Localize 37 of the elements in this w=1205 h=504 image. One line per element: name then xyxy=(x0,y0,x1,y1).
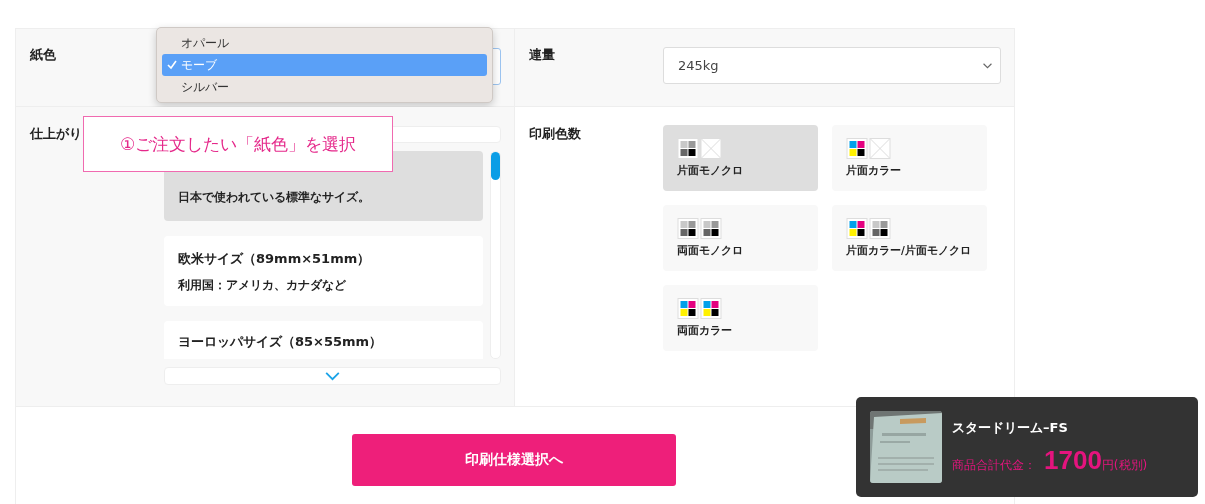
dropdown-option[interactable]: オパール xyxy=(162,32,487,54)
next-button[interactable]: 印刷仕様選択へ xyxy=(352,434,676,486)
size-option-card[interactable]: 欧米サイズ（89mm×51mm） 利用国：アメリカ、カナダなど xyxy=(164,236,483,306)
print-option-card[interactable]: 片面カラー xyxy=(832,125,987,191)
option-label: 片面カラー xyxy=(846,164,902,178)
scrollbar-thumb[interactable] xyxy=(491,152,500,180)
dropdown-option[interactable]: シルバー xyxy=(162,76,487,98)
option-title: ヨーロッパサイズ（85×55mm） xyxy=(178,333,384,351)
field-label: 連量 xyxy=(529,46,556,64)
option-description: 日本で使われている標準なサイズ。 xyxy=(178,190,371,205)
option-description: 利用国：アメリカ、カナダなど xyxy=(178,277,347,293)
option-label: 両面モノクロ xyxy=(677,244,744,258)
option-title: 欧米サイズ（89mm×51mm） xyxy=(178,249,372,268)
color-swatch-icon xyxy=(677,138,722,159)
price-unit: 円(税別) xyxy=(1101,456,1148,474)
callout-tooltip: ①ご注文したい「紙色」を選択 xyxy=(83,116,393,172)
color-swatch-icon xyxy=(846,218,891,239)
color-swatch-icon xyxy=(846,138,891,159)
product-name: スタードリーム–FS xyxy=(952,418,1069,437)
color-swatch-icon xyxy=(677,218,722,239)
select-field[interactable]: 245kg xyxy=(663,47,1001,84)
chevron-down-icon xyxy=(325,371,340,381)
price-label: 商品合計代金： xyxy=(952,456,1036,474)
print-option-card[interactable]: 両面カラー xyxy=(663,285,818,351)
color-swatch-icon xyxy=(677,298,722,319)
price-value: 1700 xyxy=(1044,444,1102,476)
field-label: 紙色 xyxy=(30,46,57,64)
print-option-card[interactable]: 両面モノクロ xyxy=(663,205,818,271)
option-label: 片面モノクロ xyxy=(677,164,744,178)
print-option-card[interactable]: 片面カラー/片面モノクロ xyxy=(832,205,987,271)
print-option-card[interactable]: 片面モノクロ xyxy=(663,125,818,191)
chevron-down-icon xyxy=(983,62,992,69)
option-label: 両面カラー xyxy=(677,324,733,338)
size-option-card[interactable]: ヨーロッパサイズ（85×55mm） xyxy=(164,321,483,359)
option-label: 片面カラー/片面モノクロ xyxy=(846,244,972,258)
field-label: 仕上がり xyxy=(30,125,83,143)
field-label: 印刷色数 xyxy=(529,125,582,143)
